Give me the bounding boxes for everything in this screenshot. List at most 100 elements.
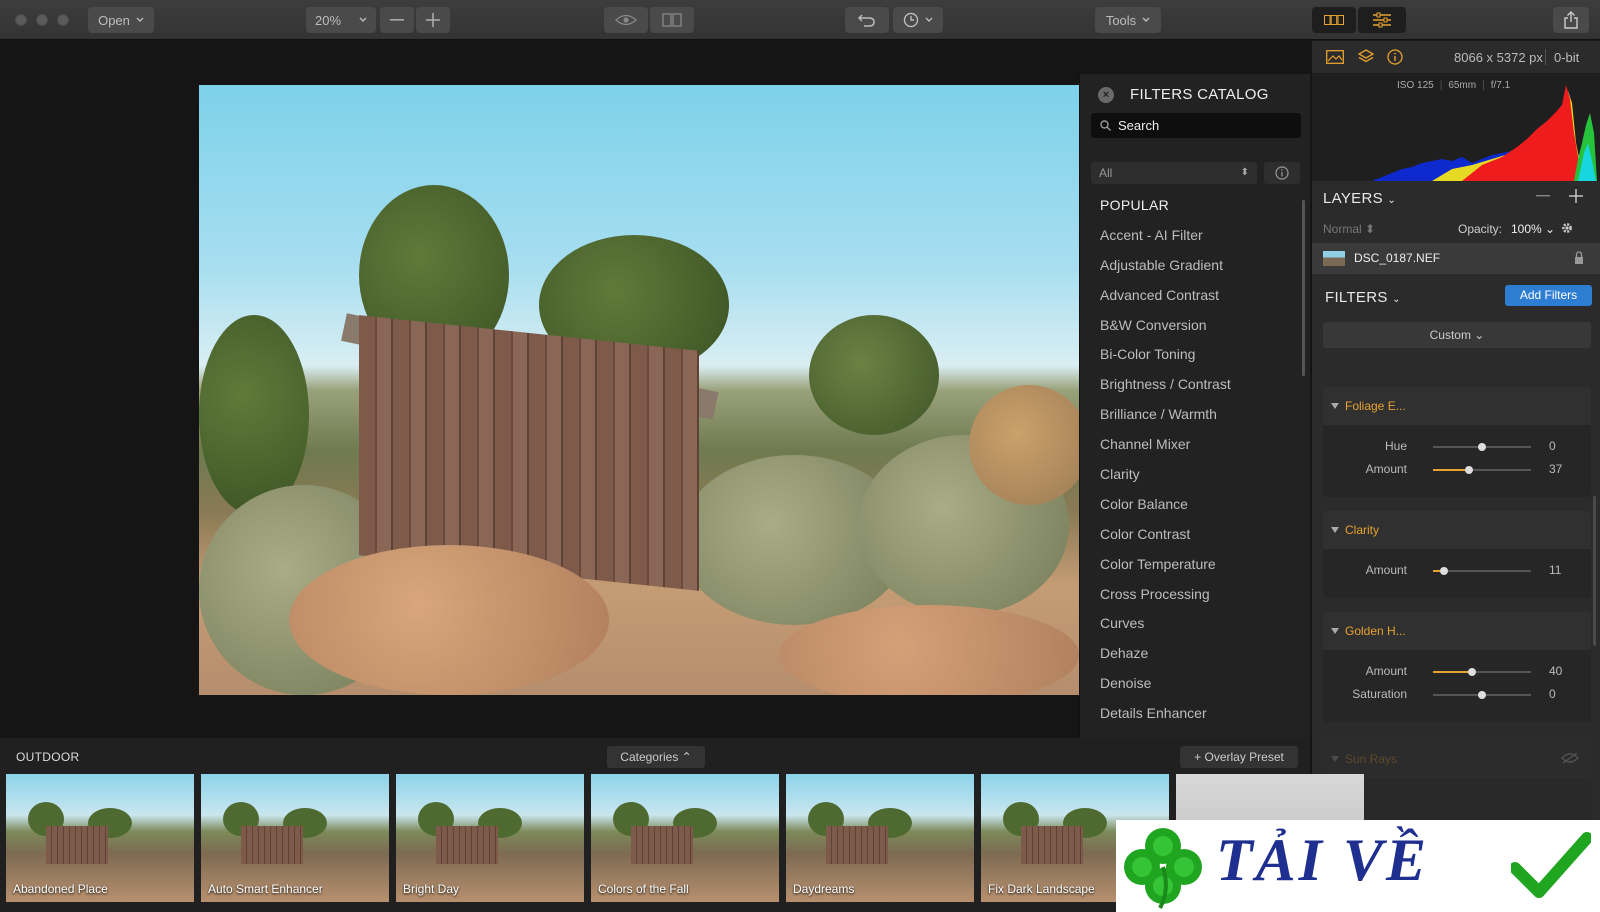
filter-preset-select[interactable]: Custom ⌄ xyxy=(1323,322,1591,348)
collapse-triangle-icon[interactable] xyxy=(1331,527,1339,533)
catalog-filter-item[interactable]: Details Enhancer xyxy=(1080,698,1300,728)
slider-track[interactable] xyxy=(1433,691,1531,699)
catalog-search[interactable] xyxy=(1091,113,1301,138)
fullscreen-dot-icon[interactable] xyxy=(57,14,69,26)
filter-block-header[interactable]: Golden H... xyxy=(1323,612,1591,650)
adjustments-toggle-button[interactable] xyxy=(1358,7,1406,33)
catalog-filter-item[interactable]: Brightness / Contrast xyxy=(1080,369,1300,399)
preset-thumbnail[interactable]: Bright Day xyxy=(396,774,584,902)
opacity-value[interactable]: 100% ⌄ xyxy=(1511,222,1555,236)
add-layer-icon[interactable] xyxy=(1569,189,1583,203)
catalog-filter-item[interactable]: Channel Mixer xyxy=(1080,429,1300,459)
chevron-down-icon xyxy=(925,17,933,22)
catalog-filter-item[interactable]: Advanced Contrast xyxy=(1080,280,1300,310)
slider-track[interactable] xyxy=(1433,567,1531,575)
history-button[interactable] xyxy=(893,7,943,33)
preview-toggle-button[interactable] xyxy=(604,7,648,33)
catalog-filter-item[interactable]: Denoise xyxy=(1080,668,1300,698)
slider-fill xyxy=(1433,469,1470,471)
catalog-filter-item[interactable]: Bi-Color Toning xyxy=(1080,339,1300,369)
catalog-filter-item[interactable]: B&W Conversion xyxy=(1080,310,1300,340)
zoom-value: 20% xyxy=(315,12,342,28)
bit-depth: 0-bit xyxy=(1554,50,1580,65)
opacity-label: Opacity: xyxy=(1458,222,1503,236)
zoom-select[interactable]: 20% xyxy=(306,7,376,33)
catalog-filter-item[interactable]: Color Temperature xyxy=(1080,549,1300,579)
catalog-filter-item[interactable]: Cross Processing xyxy=(1080,579,1300,609)
zoom-out-button[interactable] xyxy=(380,7,414,33)
layers-icon[interactable] xyxy=(1357,48,1375,66)
categories-button[interactable]: Categories ⌃ xyxy=(607,746,705,768)
iso-value: ISO 125 xyxy=(1397,80,1434,91)
catalog-filter-item[interactable]: Curves xyxy=(1080,608,1300,638)
slider-knob[interactable] xyxy=(1478,691,1486,699)
chevron-down-icon xyxy=(136,17,144,22)
filters-catalog-panel: × FILTERS CATALOG All ⬍ POPULAR Accent - … xyxy=(1079,74,1310,738)
add-filters-button[interactable]: Add Filters xyxy=(1505,285,1592,306)
gear-icon[interactable] xyxy=(1560,221,1574,235)
layers-title[interactable]: LAYERS ⌄ xyxy=(1323,190,1396,207)
search-input[interactable] xyxy=(1118,118,1288,133)
filter-block[interactable]: Golden H... Amount 40 Saturation 0 xyxy=(1323,612,1591,722)
app-window: Open 20% Tools × FILTERS CATALOG Search … xyxy=(0,0,1600,912)
chevron-down-icon xyxy=(359,17,367,22)
catalog-filter-item[interactable]: Accent - AI Filter xyxy=(1080,220,1300,250)
catalog-filter-item[interactable]: Clarity xyxy=(1080,459,1300,489)
tools-menu-button[interactable]: Tools xyxy=(1095,7,1161,33)
slider-knob[interactable] xyxy=(1478,443,1486,451)
close-dot-icon[interactable] xyxy=(15,14,27,26)
info-icon[interactable] xyxy=(1387,49,1403,65)
minimize-dot-icon[interactable] xyxy=(36,14,48,26)
hidden-eye-icon[interactable] xyxy=(1561,752,1579,764)
slider-knob[interactable] xyxy=(1465,466,1474,474)
main-photo[interactable] xyxy=(199,85,1079,695)
slider-knob[interactable] xyxy=(1439,567,1448,575)
filter-block[interactable]: Foliage E... Hue 0 Amount 37 xyxy=(1323,387,1591,497)
zoom-in-button[interactable] xyxy=(416,7,450,33)
slider-track[interactable] xyxy=(1433,443,1531,451)
search-icon xyxy=(1100,120,1111,131)
undo-button[interactable] xyxy=(845,7,889,33)
filter-block-header[interactable]: Clarity xyxy=(1323,511,1591,549)
filters-title[interactable]: FILTERS ⌄ xyxy=(1325,289,1401,306)
collapse-triangle-icon[interactable] xyxy=(1331,403,1339,409)
preset-thumbnail[interactable]: Abandoned Place xyxy=(6,774,194,902)
layer-item[interactable]: DSC_0187.NEF xyxy=(1312,243,1600,274)
download-banner: TẢI VỀ xyxy=(1116,820,1600,912)
right-panel-scrollbar[interactable] xyxy=(1593,496,1596,646)
slider-track[interactable] xyxy=(1433,466,1531,474)
updown-arrows-icon: ⬍ xyxy=(1240,167,1249,178)
share-button[interactable] xyxy=(1553,7,1589,33)
slider-knob[interactable] xyxy=(1468,668,1477,676)
overlay-preset-button[interactable]: + Overlay Preset xyxy=(1180,746,1298,768)
slider-row: Amount 11 xyxy=(1323,559,1591,582)
open-button[interactable]: Open xyxy=(88,7,154,33)
catalog-filter-item[interactable]: Adjustable Gradient xyxy=(1080,250,1300,280)
filmstrip-toggle-button[interactable] xyxy=(1312,7,1356,33)
slider-fill xyxy=(1433,671,1473,673)
collapse-triangle-icon[interactable] xyxy=(1331,628,1339,634)
catalog-info-button[interactable] xyxy=(1264,162,1300,184)
lock-icon[interactable] xyxy=(1574,251,1584,265)
preset-thumbnail[interactable]: Colors of the Fall xyxy=(591,774,779,902)
catalog-filter-item[interactable]: Color Contrast xyxy=(1080,519,1300,549)
blend-mode-select[interactable]: Normal ⬍ xyxy=(1323,222,1375,236)
preset-thumbnail[interactable]: Daydreams xyxy=(786,774,974,902)
compare-button[interactable] xyxy=(650,7,694,33)
filter-block[interactable]: Clarity Amount 11 xyxy=(1323,511,1591,598)
slider-track[interactable] xyxy=(1433,668,1531,676)
filter-name: Sun Rays xyxy=(1345,752,1398,766)
catalog-filter-item[interactable]: Color Balance xyxy=(1080,489,1300,519)
slider-row: Amount 37 xyxy=(1323,458,1591,481)
category-select[interactable]: All ⬍ xyxy=(1091,162,1257,184)
image-icon[interactable] xyxy=(1326,50,1344,64)
slider-value: 40 xyxy=(1549,664,1563,678)
remove-layer-icon[interactable] xyxy=(1536,195,1550,197)
catalog-filter-item[interactable]: Dehaze xyxy=(1080,638,1300,668)
close-catalog-icon[interactable]: × xyxy=(1098,87,1114,103)
catalog-scrollbar[interactable] xyxy=(1302,200,1305,376)
preset-thumbnail[interactable]: Auto Smart Enhancer xyxy=(201,774,389,902)
zoom-out-icon xyxy=(390,19,404,21)
filter-block-header[interactable]: Foliage E... xyxy=(1323,387,1591,425)
catalog-filter-item[interactable]: Brilliance / Warmth xyxy=(1080,399,1300,429)
